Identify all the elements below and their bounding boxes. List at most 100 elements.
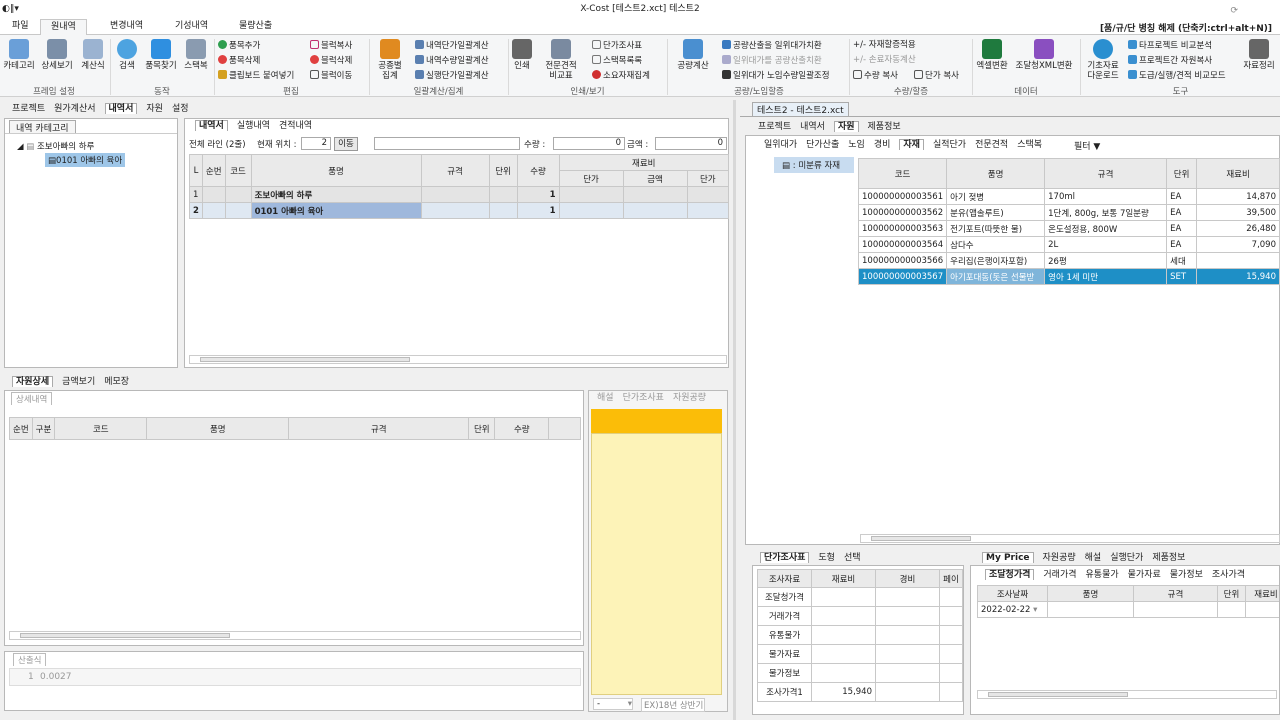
move-button[interactable]: 이동 — [334, 137, 358, 151]
col-code[interactable]: 코드 — [54, 417, 148, 440]
tab-labor[interactable]: 노임 — [848, 140, 865, 150]
horizontal-scrollbar[interactable] — [977, 690, 1277, 699]
tree-item-uncategorized[interactable]: ▤ : 미분류 자재 — [774, 157, 855, 173]
tab-memo[interactable]: 메모장 — [104, 377, 129, 387]
tab-shape[interactable]: 도형 — [818, 553, 835, 563]
tree-child-selected[interactable]: ▤0101 아빠의 육아 — [45, 153, 126, 167]
tab-resource-detail[interactable]: 자원상세 — [12, 376, 54, 387]
tab-product-info[interactable]: 제품정보 — [1152, 553, 1185, 563]
col-amount[interactable]: 금액 — [622, 170, 688, 187]
block-delete-button[interactable]: 블럭삭제 — [310, 55, 352, 67]
tab-trade-price[interactable]: 거래가격 — [1043, 570, 1076, 580]
compare-quote-button[interactable]: 전문견적 비교표 — [540, 39, 582, 81]
table-row[interactable]: 100000000003563 전기포트(따뜻한 물) 온도설정용, 800W EA 2… — [857, 220, 1280, 237]
tab-expense[interactable]: 경비 — [874, 140, 891, 150]
table-row[interactable]: 2022-02-22 ▾ — [977, 601, 1279, 618]
col-material[interactable]: 재료비 — [558, 154, 730, 171]
tab-exec-price[interactable]: 실행단가 — [1110, 553, 1143, 563]
search-button[interactable]: 검색 — [113, 39, 141, 71]
col-code[interactable]: 코드 — [224, 154, 252, 187]
add-item-button[interactable]: 품목추가 — [218, 40, 260, 52]
calc-row[interactable]: 1 0.0027 — [9, 668, 581, 686]
col-name[interactable]: 품명 — [250, 154, 422, 187]
tab-price-info[interactable]: 물가정보 — [1170, 570, 1203, 580]
tab-cost[interactable]: 원가계산서 — [54, 104, 95, 114]
delete-item-button[interactable]: 품목삭제 — [218, 55, 260, 67]
col-l[interactable]: L — [189, 154, 203, 187]
app-icon[interactable]: ◐‖▾ — [2, 0, 19, 18]
table-row[interactable]: 100000000003566 우리집(은행이자포함) 26평 세대 — [857, 252, 1280, 269]
col-unit[interactable]: 단위 — [468, 417, 496, 440]
tab-survey-price[interactable]: 조사가격 — [1212, 570, 1245, 580]
tab-dist-price[interactable]: 유통물가 — [1086, 570, 1119, 580]
col-spec[interactable]: 규격 — [1044, 158, 1168, 189]
col-qty[interactable]: 수량 — [516, 154, 560, 187]
col-unit[interactable]: 단위 — [1166, 158, 1198, 189]
table-row-selected[interactable]: 100000000003567 아기포대동(돗은 선물받 영아 1세 미만 SET 15… — [857, 268, 1280, 285]
table-row[interactable]: 100000000003561 아기 젖병 170ml EA 14,870 — [857, 188, 1280, 205]
xml-export-button[interactable]: 조달청XML변환 — [1012, 39, 1076, 71]
amount-field[interactable]: 0 — [655, 137, 727, 150]
tab-settings[interactable]: 설정 — [172, 104, 189, 114]
qty-copy-button[interactable]: 수량 복사 — [853, 70, 898, 82]
detail-view-button[interactable]: 상세보기 — [38, 39, 76, 71]
col-seq[interactable]: 순번 — [9, 417, 33, 440]
find-item-button[interactable]: 품목찾기 — [142, 39, 180, 71]
tab-change[interactable]: 변경내역 — [100, 19, 153, 35]
tab-original[interactable]: 원내역 — [40, 19, 87, 35]
tab-stack[interactable]: 스택복 — [1017, 140, 1042, 150]
table-row[interactable]: 조달청가격 — [757, 587, 963, 607]
tab-material[interactable]: 자재 — [899, 139, 924, 150]
filter-button[interactable]: 필터 ▼ — [1074, 139, 1100, 152]
tab-explain[interactable]: 해설 — [597, 393, 614, 403]
tab-resource[interactable]: 자원 — [833, 121, 859, 132]
table-row-selected[interactable]: 2 0101 아빠의 육아 1 — [189, 202, 730, 219]
tab-resource[interactable]: 자원 — [146, 104, 163, 114]
compare-mode-button[interactable]: 도급/실행/견적 비교모드 — [1128, 70, 1226, 82]
stack-button[interactable]: 스택복 — [181, 39, 211, 71]
tab-exec-detail[interactable]: 실행내역 — [237, 121, 270, 131]
rent-calc-button[interactable]: +/- 손료자동계산 — [853, 55, 916, 66]
labor-batch-button[interactable]: 일위대가 노임수량일괄조정 — [722, 70, 830, 82]
col-name[interactable]: 품명 — [146, 417, 290, 440]
price-copy-button[interactable]: 단가 복사 — [914, 70, 959, 82]
block-move-button[interactable]: 블럭이동 — [310, 70, 352, 82]
tab-file[interactable]: 파일 — [2, 19, 39, 35]
horizontal-scrollbar[interactable] — [860, 534, 1280, 543]
tab-expert-quote[interactable]: 전문견적 — [975, 140, 1008, 150]
tab-bill-detail[interactable]: 내역서 — [195, 120, 228, 131]
table-row[interactable]: 거래가격 — [757, 606, 963, 626]
organize-button[interactable]: 자료정리 — [1240, 39, 1278, 71]
horizontal-scrollbar[interactable] — [9, 631, 581, 640]
tab-price-data[interactable]: 물가자료 — [1128, 570, 1161, 580]
unit-to-labor-button[interactable]: 일위대가를 공량산출치환 — [722, 55, 822, 67]
tab-explain[interactable]: 해설 — [1085, 553, 1102, 563]
batch-quantity-button[interactable]: 내역수량일괄계산 — [415, 55, 489, 67]
stack-list-button[interactable]: 스택목록록 — [592, 55, 642, 67]
batch-unitprice-button[interactable]: 내역단가일괄계산 — [415, 40, 489, 52]
col-unitprice[interactable]: 단가 — [558, 170, 624, 187]
tab-procure-price[interactable]: 조달청가격 — [985, 569, 1035, 580]
tab-price-survey[interactable]: 단가조사표 — [623, 393, 664, 403]
col-code[interactable]: 코드 — [857, 158, 948, 189]
period-input[interactable]: EX)18년 상반기 — [641, 698, 705, 712]
tab-price-survey[interactable]: 단가조사표 — [760, 552, 810, 563]
tab-resource-labor[interactable]: 자원공량 — [673, 393, 706, 403]
tab-progress[interactable]: 기성내역 — [165, 19, 218, 35]
col-unitprice2[interactable]: 단가 — [686, 170, 730, 187]
compare-project-button[interactable]: 타프로젝트 비교분석 — [1128, 40, 1212, 52]
labor-calc-button[interactable]: 공량계산 — [672, 39, 714, 71]
surcharge-button[interactable]: +/- 자재할증적용 — [853, 40, 916, 51]
print-button[interactable]: 인쇄 — [511, 39, 533, 71]
material-sum-button[interactable]: 소요자재집계 — [592, 70, 650, 82]
horizontal-scrollbar[interactable] — [189, 355, 727, 364]
document-tab[interactable]: 테스트2 - 테스트2.xct — [752, 102, 849, 116]
tab-bill[interactable]: 내역서 — [800, 122, 825, 132]
tab-quantity[interactable]: 물량산출 — [229, 19, 282, 35]
category-button[interactable]: 카테고리 — [2, 39, 36, 71]
download-button[interactable]: 기초자료 다운로드 — [1083, 39, 1123, 81]
tab-amount-view[interactable]: 금액보기 — [62, 377, 95, 387]
col-name[interactable]: 품명 — [946, 158, 1046, 189]
tab-project[interactable]: 프로젝트 — [758, 122, 791, 132]
col-material[interactable]: 재료비 — [1196, 158, 1280, 189]
